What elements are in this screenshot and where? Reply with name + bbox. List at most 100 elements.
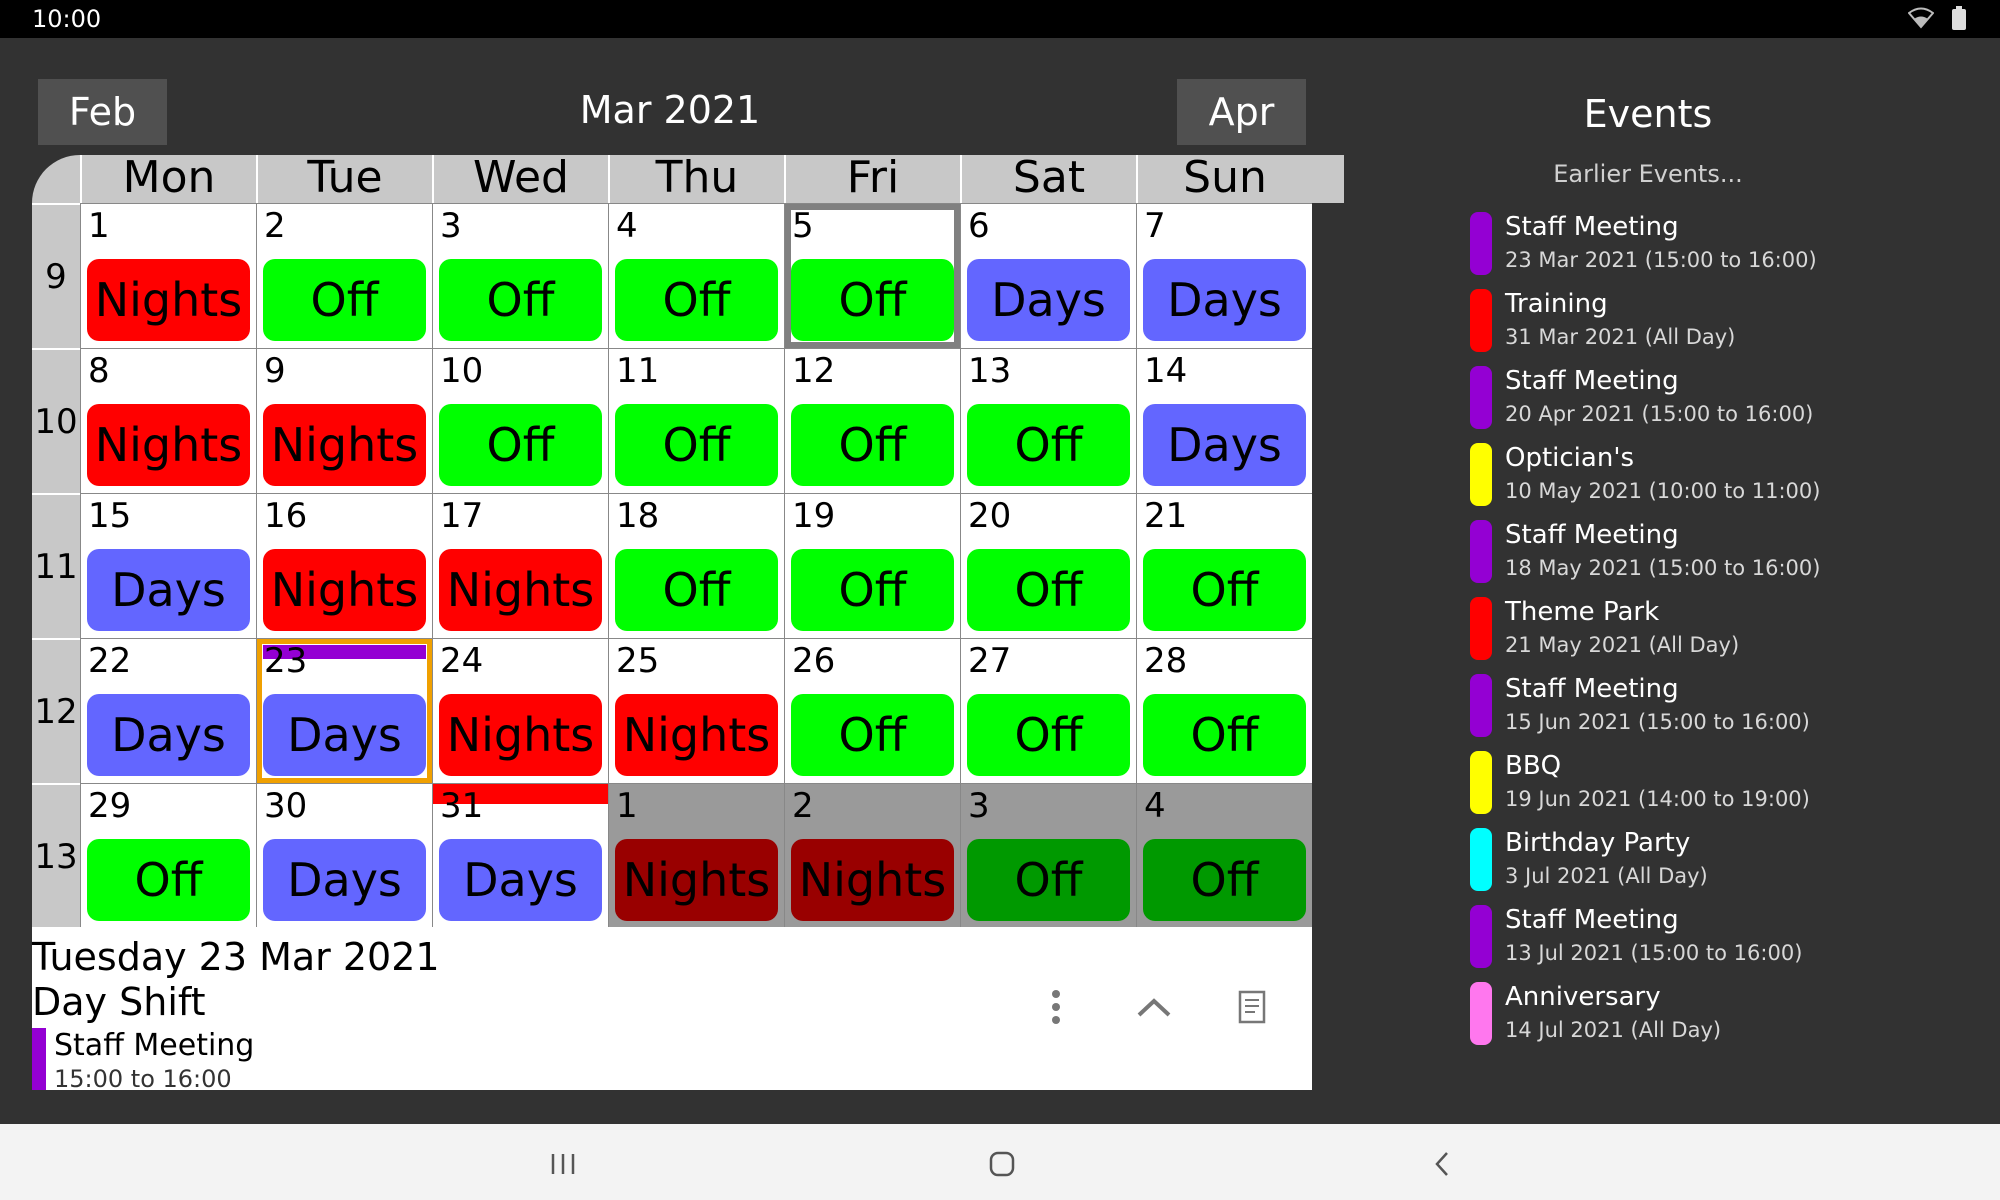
day-cell[interactable]: 18 Off (608, 493, 784, 638)
calendar-corner (32, 155, 80, 203)
shift-badge: Off (1143, 839, 1306, 921)
day-cell[interactable]: 21 Off (1136, 493, 1312, 638)
day-number: 31 (440, 786, 484, 826)
month-calendar: Mon Tue Wed Thu Fri Sat Sun 9 10 11 12 13 1N… (32, 155, 1344, 928)
event-list-item[interactable]: Training 31 Mar 2021 (All Day) (1470, 287, 1850, 364)
shift-badge: Nights (87, 259, 250, 341)
day-cell[interactable]: 26 Off (784, 638, 960, 783)
weekday-header: Mon Tue Wed Thu Fri Sat Sun (80, 155, 1344, 203)
day-cell[interactable]: 3 Off (960, 783, 1136, 928)
event-name: Staff Meeting (1505, 520, 1679, 550)
recents-icon[interactable] (545, 1146, 581, 1182)
event-list-item[interactable]: Anniversary 14 Jul 2021 (All Day) (1470, 980, 1850, 1057)
day-cell[interactable]: 30 Days (256, 783, 432, 928)
day-cell[interactable]: 19 Off (784, 493, 960, 638)
day-cell[interactable]: 2 Nights (784, 783, 960, 928)
day-number: 3 (968, 786, 990, 826)
event-list-item[interactable]: Theme Park 21 May 2021 (All Day) (1470, 595, 1850, 672)
event-list-item[interactable]: Staff Meeting 23 Mar 2021 (15:00 to 16:00… (1470, 210, 1850, 287)
day-number: 24 (440, 641, 484, 681)
event-list-item[interactable]: Staff Meeting 20 Apr 2021 (15:00 to 16:00… (1470, 364, 1850, 441)
app-root: 10:00 Feb Mar 2021 Apr Mon Tue Wed Thu F… (0, 0, 2000, 1200)
status-time: 10:00 (32, 5, 102, 33)
day-number: 25 (616, 641, 660, 681)
day-number: 3 (440, 206, 462, 246)
event-name: Birthday Party (1505, 828, 1691, 858)
event-name: Staff Meeting (1505, 905, 1679, 935)
shift-badge: Nights (439, 694, 602, 776)
day-cell[interactable]: 4 Off (608, 203, 784, 348)
system-nav-bar (0, 1124, 2000, 1200)
day-number: 1 (616, 786, 638, 826)
day-cell[interactable]: 31 Days (432, 783, 608, 928)
event-name: Anniversary (1505, 982, 1661, 1012)
day-cell[interactable]: 16 Nights (256, 493, 432, 638)
day-cell[interactable]: 29 Off (80, 783, 256, 928)
shift-badge: Off (1143, 549, 1306, 631)
events-title: Events (1583, 92, 1713, 136)
weekday-wed: Wed (432, 155, 608, 203)
day-cell[interactable]: 25 Nights (608, 638, 784, 783)
detail-event-time: 15:00 to 16:00 (54, 1065, 232, 1093)
day-cell[interactable]: 23 Days (256, 638, 432, 783)
event-list-item[interactable]: BBQ 19 Jun 2021 (14:00 to 19:00) (1470, 749, 1850, 826)
notes-icon[interactable] (1232, 987, 1272, 1027)
day-number: 23 (264, 641, 308, 681)
day-cell[interactable]: 13 Off (960, 348, 1136, 493)
event-list-item[interactable]: Optician's 10 May 2021 (10:00 to 11:00) (1470, 441, 1850, 518)
event-date: 19 Jun 2021 (14:00 to 19:00) (1505, 787, 1810, 811)
day-cell[interactable]: 6 Days (960, 203, 1136, 348)
day-cell[interactable]: 12 Off (784, 348, 960, 493)
shift-badge: Off (791, 549, 954, 631)
next-month-button[interactable]: Apr (1177, 79, 1306, 145)
day-cell[interactable]: 8 Nights (80, 348, 256, 493)
detail-event-color (32, 1028, 46, 1090)
more-vert-icon[interactable] (1036, 987, 1076, 1027)
day-cell[interactable]: 2 Off (256, 203, 432, 348)
event-list[interactable]: Staff Meeting 23 Mar 2021 (15:00 to 16:00… (1470, 210, 1850, 1058)
shift-badge: Off (615, 259, 778, 341)
day-cell[interactable]: 7 Days (1136, 203, 1312, 348)
detail-actions (1036, 987, 1272, 1027)
day-cell[interactable]: 15 Days (80, 493, 256, 638)
day-cell[interactable]: 24 Nights (432, 638, 608, 783)
back-icon[interactable] (1424, 1146, 1460, 1182)
day-cell[interactable]: 22 Days (80, 638, 256, 783)
day-cell[interactable]: 10 Off (432, 348, 608, 493)
event-list-item[interactable]: Staff Meeting 13 Jul 2021 (15:00 to 16:00… (1470, 903, 1850, 980)
earlier-events-link[interactable]: Earlier Events... (1450, 160, 1846, 188)
event-list-item[interactable]: Staff Meeting 18 May 2021 (15:00 to 16:00… (1470, 518, 1850, 595)
day-cell[interactable]: 14 Days (1136, 348, 1312, 493)
day-cell[interactable]: 17 Nights (432, 493, 608, 638)
shift-badge: Off (967, 549, 1130, 631)
day-cell[interactable]: 28 Off (1136, 638, 1312, 783)
home-icon[interactable] (984, 1146, 1020, 1182)
day-number: 7 (1144, 206, 1166, 246)
day-cell[interactable]: 1 Nights (80, 203, 256, 348)
event-date: 10 May 2021 (10:00 to 11:00) (1505, 479, 1821, 503)
day-cell[interactable]: 1 Nights (608, 783, 784, 928)
detail-event-title[interactable]: Staff Meeting (54, 1028, 254, 1063)
detail-date: Tuesday 23 Mar 2021 (32, 935, 440, 979)
chevron-up-icon[interactable] (1134, 987, 1174, 1027)
day-number: 21 (1144, 496, 1188, 536)
shift-badge: Off (439, 259, 602, 341)
day-cell[interactable]: 20 Off (960, 493, 1136, 638)
prev-month-button[interactable]: Feb (38, 79, 167, 145)
day-cell[interactable]: 27 Off (960, 638, 1136, 783)
event-color-stripe (1470, 289, 1492, 352)
event-color-stripe (1470, 751, 1492, 814)
event-list-item[interactable]: Birthday Party 3 Jul 2021 (All Day) (1470, 826, 1850, 903)
event-list-item[interactable]: Staff Meeting 15 Jun 2021 (15:00 to 16:00… (1470, 672, 1850, 749)
day-cell[interactable]: 9 Nights (256, 348, 432, 493)
event-date: 18 May 2021 (15:00 to 16:00) (1505, 556, 1821, 580)
day-cell[interactable]: 5 Off (784, 203, 960, 348)
shift-badge: Off (967, 839, 1130, 921)
shift-badge: Nights (615, 839, 778, 921)
day-cell[interactable]: 4 Off (1136, 783, 1312, 928)
day-number: 10 (440, 351, 484, 391)
day-cell[interactable]: 3 Off (432, 203, 608, 348)
event-color-stripe (1470, 905, 1492, 968)
day-cell[interactable]: 11 Off (608, 348, 784, 493)
event-name: BBQ (1505, 751, 1562, 781)
